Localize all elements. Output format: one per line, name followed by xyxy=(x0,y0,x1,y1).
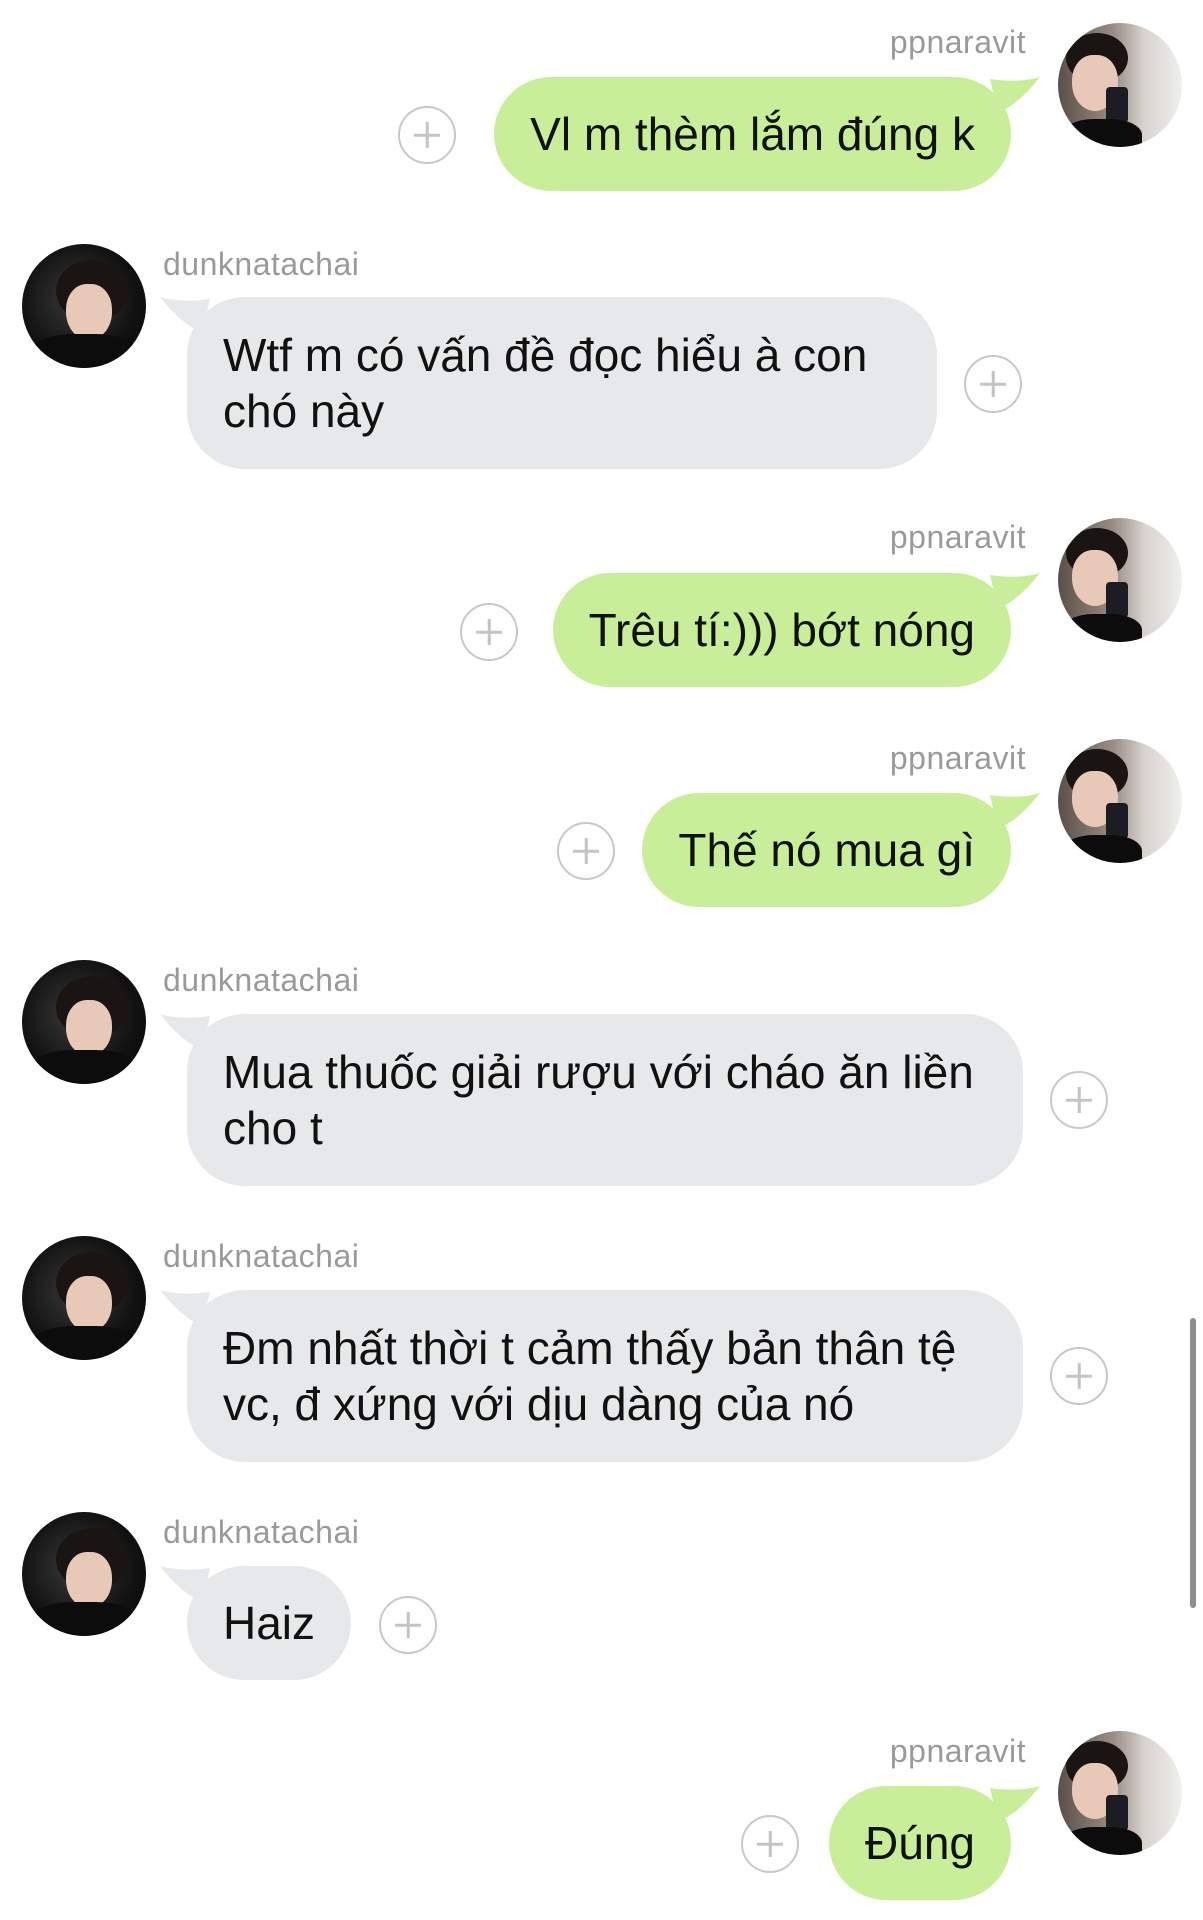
avatar[interactable] xyxy=(1058,23,1182,147)
message-text: Thế nó mua gì xyxy=(678,824,975,876)
avatar[interactable] xyxy=(1058,1731,1182,1855)
add-reaction-icon[interactable] xyxy=(379,1596,437,1654)
avatar[interactable] xyxy=(22,1512,146,1636)
sender-name: dunknatachai xyxy=(163,1514,360,1550)
avatar[interactable] xyxy=(1058,518,1182,642)
avatar[interactable] xyxy=(22,1236,146,1360)
sender-name: dunknatachai xyxy=(163,962,360,998)
sender-name: ppnaravit xyxy=(889,1733,1026,1769)
message-text: Vl m thèm lắm đúng k xyxy=(530,108,975,160)
message-bubble[interactable]: Mua thuốc giải rượu với cháo ăn liền cho… xyxy=(187,1014,1023,1186)
bubble-tail xyxy=(990,573,1040,613)
sender-name: ppnaravit xyxy=(889,519,1026,555)
message-text: Wtf m có vấn đề đọc hiểu à con chó này xyxy=(223,329,868,437)
scrollbar[interactable] xyxy=(1190,1318,1196,1608)
message-text: Trêu tí:))) bớt nóng xyxy=(588,604,975,656)
bubble-tail xyxy=(990,793,1040,833)
add-reaction-icon[interactable] xyxy=(741,1815,799,1873)
message-bubble[interactable]: Thế nó mua gì xyxy=(642,793,1011,907)
add-reaction-icon[interactable] xyxy=(1050,1071,1108,1129)
bubble-tail xyxy=(990,77,1040,117)
message-bubble[interactable]: Trêu tí:))) bớt nóng xyxy=(552,573,1011,687)
message-bubble[interactable]: Đúng xyxy=(829,1786,1011,1900)
message-text: Haiz xyxy=(223,1597,316,1649)
add-reaction-icon[interactable] xyxy=(557,822,615,880)
message-bubble[interactable]: Wtf m có vấn đề đọc hiểu à con chó này xyxy=(187,297,937,469)
sender-name: dunknatachai xyxy=(163,246,360,282)
message-text: Đúng xyxy=(865,1817,975,1869)
add-reaction-icon[interactable] xyxy=(1050,1347,1108,1405)
message-bubble[interactable]: Đm nhất thời t cảm thấy bản thân tệ vc, … xyxy=(187,1290,1023,1462)
sender-name: dunknatachai xyxy=(163,1238,360,1274)
avatar[interactable] xyxy=(22,960,146,1084)
add-reaction-icon[interactable] xyxy=(398,106,456,164)
message-text: Đm nhất thời t cảm thấy bản thân tệ vc, … xyxy=(223,1322,957,1430)
add-reaction-icon[interactable] xyxy=(964,355,1022,413)
message-bubble[interactable]: Vl m thèm lắm đúng k xyxy=(494,77,1011,191)
bubble-tail xyxy=(990,1786,1040,1826)
message-bubble[interactable]: Haiz xyxy=(187,1566,352,1680)
avatar[interactable] xyxy=(1058,739,1182,863)
message-text: Mua thuốc giải rượu với cháo ăn liền cho… xyxy=(223,1046,974,1154)
sender-name: ppnaravit xyxy=(889,24,1026,60)
avatar[interactable] xyxy=(22,244,146,368)
sender-name: ppnaravit xyxy=(889,740,1026,776)
add-reaction-icon[interactable] xyxy=(460,603,518,661)
